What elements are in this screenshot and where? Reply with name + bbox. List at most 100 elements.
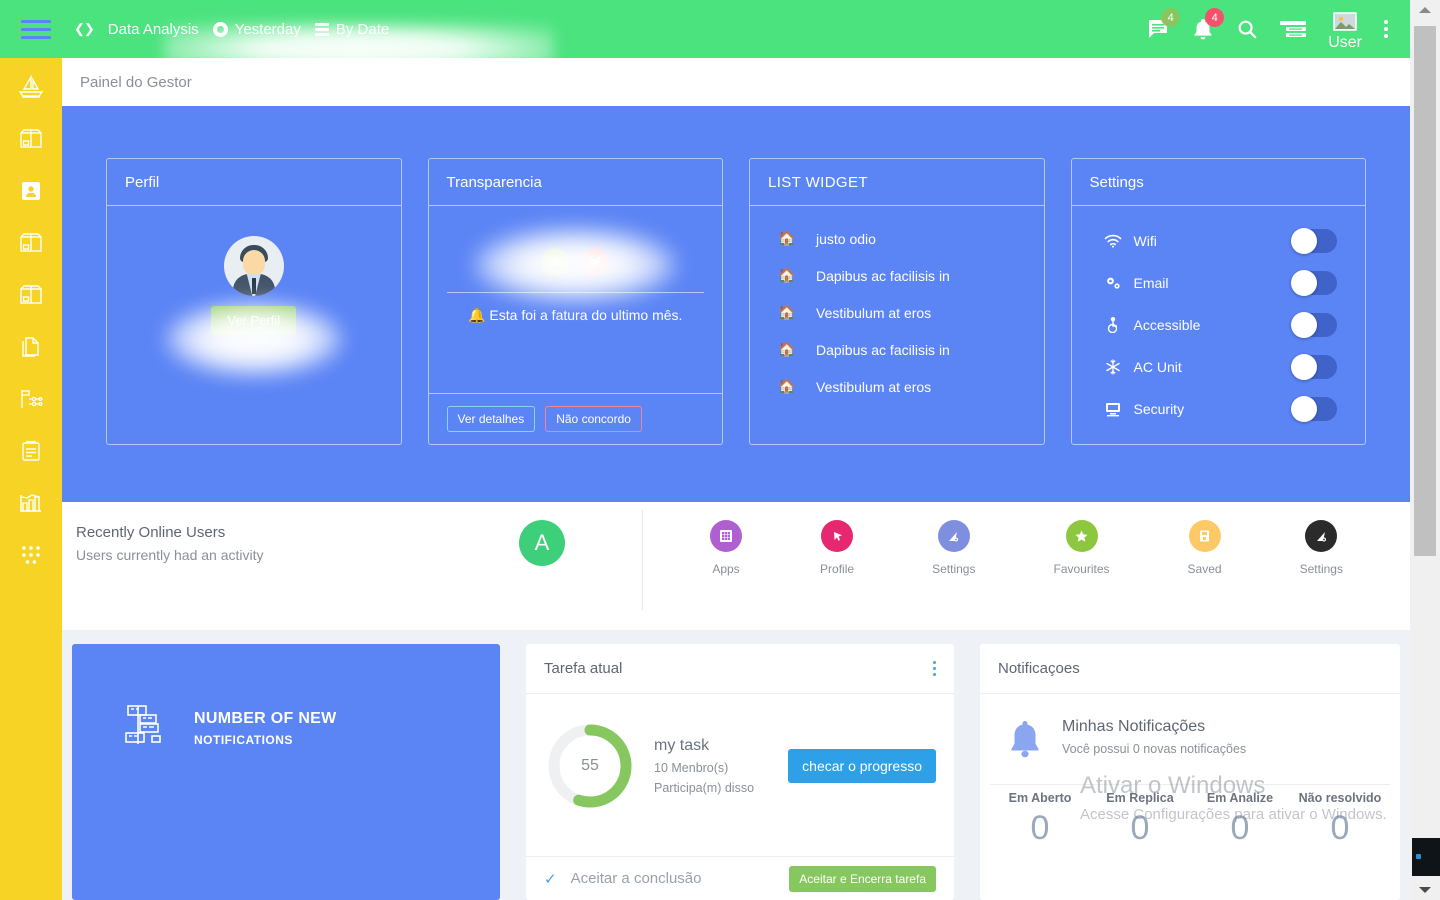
grid-dots-icon (22, 546, 40, 564)
list-item[interactable]: 🏠 Dapibus ac facilisis in (768, 257, 1026, 294)
sidebar (0, 58, 62, 900)
disagree-button[interactable]: Não concordo (545, 406, 642, 432)
hamburger-menu-icon[interactable] (8, 19, 64, 39)
topbar-item-data-analysis[interactable]: Data Analysis (108, 21, 199, 38)
breadcrumb: Painel do Gestor (62, 58, 1410, 106)
notification-stats: Em Aberto 0 Em Replica 0 Em Analize 0 Nã… (980, 785, 1400, 848)
app-root: ❮❯ Data Analysis Yesterday By Date 4 4 U… (0, 0, 1440, 900)
sidebar-item-sailboat[interactable] (11, 70, 51, 104)
home-icon: 🏠 (778, 230, 796, 246)
setting-row-ac-unit: AC Unit (1090, 346, 1348, 388)
stat-em-aberto: Em Aberto 0 (990, 791, 1090, 848)
search-icon[interactable] (1236, 18, 1258, 40)
topbar-item-yesterday[interactable]: Yesterday (212, 21, 301, 38)
setting-row-email: Email (1090, 262, 1348, 304)
stat-label: Não resolvido (1298, 791, 1382, 805)
notifications-card-title: Notificaçoes (998, 660, 1080, 677)
notifications-card: Notificaçoes Minhas Notificações Você po… (980, 644, 1400, 900)
sidebar-item-box-3[interactable] (11, 278, 51, 312)
stat-value: 0 (1330, 809, 1350, 847)
security-icon (1100, 401, 1126, 417)
sidebar-item-clipboard[interactable] (11, 434, 51, 468)
security-toggle[interactable] (1291, 396, 1337, 422)
scroll-up-arrow-icon[interactable] (1410, 0, 1440, 20)
email-toggle[interactable] (1291, 270, 1337, 296)
wifi-toggle[interactable] (1291, 228, 1337, 254)
list-item[interactable]: 🏠 Dapibus ac facilisis in (768, 331, 1026, 368)
kebab-menu-icon[interactable] (1384, 20, 1388, 38)
bars-icon (314, 22, 329, 36)
notifications-bell-icon[interactable]: 4 (1192, 8, 1225, 41)
banner-subtitle: NOTIFICATIONS (194, 733, 293, 747)
bell-icon (1004, 718, 1046, 762)
clipboard-icon (22, 440, 40, 461)
home-icon: 🏠 (778, 304, 796, 320)
task-card-header: Tarefa atual (526, 644, 954, 694)
notifications-sub: Você possui 0 novas notificações (1062, 742, 1247, 756)
quick-action-label: Saved (1187, 562, 1222, 576)
sidebar-item-bar-chart[interactable] (11, 486, 51, 520)
setting-label: AC Unit (1133, 359, 1182, 375)
double-chevron-down-icon[interactable] (581, 248, 610, 276)
sidebar-item-documents[interactable] (11, 330, 51, 364)
sidebar-item-box-2[interactable] (11, 226, 51, 260)
view-details-button[interactable]: Ver detalhes (446, 406, 536, 432)
kebab-menu-icon[interactable] (933, 661, 936, 676)
topbar-item-label: By Date (335, 20, 390, 38)
double-chevron-up-icon[interactable] (541, 248, 570, 276)
messages-icon[interactable]: 4 (1146, 8, 1181, 41)
progress-ring: 55 (544, 720, 636, 812)
quick-action-favourites[interactable]: Favourites (1053, 520, 1110, 576)
vertical-scrollbar[interactable] (1410, 0, 1440, 900)
sidebar-item-flowchart[interactable] (11, 382, 51, 416)
list-item[interactable]: 🏠 Vestibulum at eros (768, 294, 1026, 331)
quick-action-profile[interactable]: Profile (820, 520, 854, 576)
image-placeholder-icon (1333, 12, 1357, 31)
profile-card: Perfil Ver Perfil (106, 158, 402, 445)
dashboard-blue-panel: Perfil Ver Perfil Transparencia 🔔 Esta f… (62, 106, 1410, 502)
list-item[interactable]: 🏠 justo odio (768, 220, 1026, 257)
nav-gear-icon (1305, 520, 1338, 552)
check-icon: ✓ (544, 870, 557, 888)
list-item[interactable]: 🏠 Vestibulum at eros (768, 368, 1026, 405)
settings-card: Settings Wifi Email Accessible AC Unit S… (1070, 158, 1366, 445)
list-view-icon[interactable] (1280, 19, 1307, 39)
quick-action-settings-1[interactable]: Settings (932, 520, 975, 576)
avatar[interactable]: A (519, 520, 565, 566)
scroll-down-arrow-icon[interactable] (1410, 880, 1440, 900)
view-profile-button[interactable]: Ver Perfil (211, 306, 297, 335)
quick-action-settings-2[interactable]: Settings (1300, 520, 1343, 576)
sidebar-item-grid-dots[interactable] (11, 538, 51, 572)
accept-conclusion-label: Aceitar a conclusão (570, 870, 702, 887)
notifications-banner: NUMBER OF NEW NOTIFICATIONS (72, 644, 500, 900)
list-item-label: Vestibulum at eros (816, 378, 932, 395)
quick-action-label: Settings (932, 562, 976, 576)
box-icon (20, 285, 42, 304)
stat-label: Em Aberto (1008, 791, 1072, 805)
quick-action-apps[interactable]: Apps (710, 520, 743, 576)
stat-value: 0 (1230, 809, 1250, 847)
accept-close-task-button[interactable]: Aceitar e Encerra tarefa (789, 865, 936, 892)
setting-row-wifi: Wifi (1090, 220, 1348, 262)
list-widget-body: 🏠 justo odio 🏠 Dapibus ac facilisis in 🏠… (750, 206, 1044, 444)
widget-cards-row: Perfil Ver Perfil Transparencia 🔔 Esta f… (62, 106, 1410, 445)
gears-icon (1100, 275, 1126, 291)
scrollbar-thumb[interactable] (1414, 26, 1436, 556)
accessible-toggle[interactable] (1291, 312, 1337, 338)
notifications-badge: 4 (1205, 8, 1225, 27)
sidebar-item-contact-card[interactable] (11, 174, 51, 208)
home-icon: 🏠 (778, 341, 796, 357)
user-avatar-menu[interactable]: User (1328, 12, 1362, 52)
bar-chart-icon (20, 494, 41, 512)
task-card-title: Tarefa atual (544, 660, 623, 677)
check-progress-button[interactable]: checar o progresso (788, 749, 936, 783)
list-widget-card: LIST WIDGET 🏠 justo odio 🏠 Dapibus ac fa… (749, 158, 1045, 445)
sidebar-item-box-1[interactable] (11, 122, 51, 156)
code-icon: ❮❯ (74, 21, 95, 36)
ac-unit-toggle[interactable] (1291, 354, 1337, 380)
star-icon (1065, 520, 1098, 552)
topbar-item-by-date[interactable]: By Date (314, 20, 390, 38)
list-widget-title: LIST WIDGET (768, 173, 868, 191)
quick-action-saved[interactable]: Saved (1188, 520, 1222, 576)
bottom-row: NUMBER OF NEW NOTIFICATIONS Tarefa atual… (62, 630, 1410, 900)
